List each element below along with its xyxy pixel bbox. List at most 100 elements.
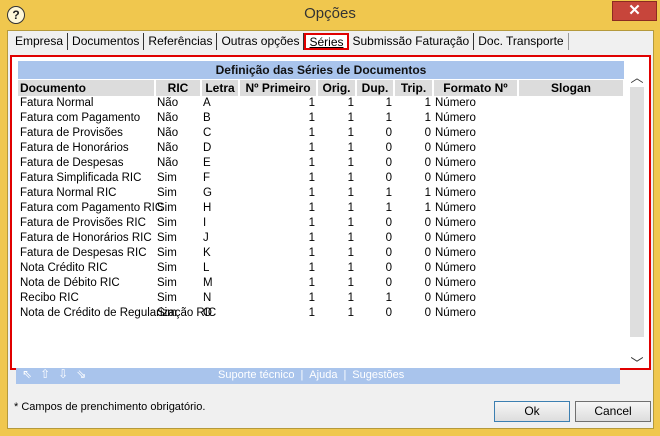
cell-formato[interactable]: Número bbox=[433, 261, 518, 276]
tab-doc-transporte[interactable]: Doc. Transporte bbox=[474, 33, 569, 50]
suggestions-link[interactable]: Sugestões bbox=[352, 369, 404, 381]
cell-dup[interactable]: 0 bbox=[356, 276, 394, 291]
scroll-up-icon[interactable]: ︿ bbox=[628, 67, 646, 85]
cell-formato[interactable]: Número bbox=[433, 246, 518, 261]
cell-trip[interactable]: 0 bbox=[394, 291, 433, 306]
cell-ric[interactable]: Não bbox=[155, 126, 201, 141]
cell-trip[interactable]: 1 bbox=[394, 96, 433, 111]
cell-trip[interactable]: 0 bbox=[394, 171, 433, 186]
cell-slogan[interactable] bbox=[518, 246, 624, 261]
cell-ric[interactable]: Sim bbox=[155, 261, 201, 276]
cell-slogan[interactable] bbox=[518, 276, 624, 291]
move-up-icon[interactable]: ⇧ bbox=[40, 367, 50, 381]
cell-dup[interactable]: 0 bbox=[356, 216, 394, 231]
cell-letra[interactable]: K bbox=[201, 246, 239, 261]
cell-letra[interactable]: E bbox=[201, 156, 239, 171]
cell-n-primeiro[interactable]: 1 bbox=[239, 231, 317, 246]
close-button[interactable]: ✕ bbox=[612, 1, 657, 21]
cell-n-primeiro[interactable]: 1 bbox=[239, 261, 317, 276]
cell-dup[interactable]: 1 bbox=[356, 111, 394, 126]
tab-outras-opcoes[interactable]: Outras opções bbox=[217, 33, 305, 50]
cell-slogan[interactable] bbox=[518, 261, 624, 276]
cell-orig[interactable]: 1 bbox=[317, 96, 356, 111]
cell-n-primeiro[interactable]: 1 bbox=[239, 216, 317, 231]
cell-ric[interactable]: Sim bbox=[155, 201, 201, 216]
cell-documento[interactable]: Fatura Normal RIC bbox=[18, 186, 155, 201]
cell-documento[interactable]: Fatura com Pagamento bbox=[18, 111, 155, 126]
cell-n-primeiro[interactable]: 1 bbox=[239, 141, 317, 156]
cell-n-primeiro[interactable]: 1 bbox=[239, 201, 317, 216]
cell-ric[interactable]: Sim bbox=[155, 186, 201, 201]
cell-letra[interactable]: M bbox=[201, 276, 239, 291]
move-down-icon[interactable]: ⇩ bbox=[58, 367, 68, 381]
cell-slogan[interactable] bbox=[518, 306, 624, 321]
cell-trip[interactable]: 1 bbox=[394, 186, 433, 201]
cell-letra[interactable]: F bbox=[201, 171, 239, 186]
cell-ric[interactable]: Sim bbox=[155, 276, 201, 291]
cell-ric[interactable]: Não bbox=[155, 111, 201, 126]
tab-submissao-faturacao[interactable]: Submissão Faturação bbox=[349, 33, 475, 50]
tab-empresa[interactable]: Empresa bbox=[11, 33, 69, 50]
table-row[interactable]: Nota de Crédito de Regularização RIC Sim O… bbox=[18, 306, 624, 321]
cell-trip[interactable]: 1 bbox=[394, 111, 433, 126]
column-header-n-primeiro[interactable]: Nº Primeiro bbox=[239, 80, 318, 96]
cell-trip[interactable]: 0 bbox=[394, 261, 433, 276]
cell-documento[interactable]: Fatura de Despesas RIC bbox=[18, 246, 155, 261]
cell-slogan[interactable] bbox=[518, 186, 624, 201]
cell-ric[interactable]: Sim bbox=[155, 171, 201, 186]
column-header-dup[interactable]: Dup. bbox=[356, 80, 395, 96]
cell-documento[interactable]: Nota Crédito RIC bbox=[18, 261, 155, 276]
cell-documento[interactable]: Recibo RIC bbox=[18, 291, 155, 306]
cell-dup[interactable]: 0 bbox=[356, 156, 394, 171]
cell-orig[interactable]: 1 bbox=[317, 246, 356, 261]
cell-formato[interactable]: Número bbox=[433, 111, 518, 126]
cell-letra[interactable]: N bbox=[201, 291, 239, 306]
cell-n-primeiro[interactable]: 1 bbox=[239, 111, 317, 126]
column-header-documento[interactable]: Documento bbox=[18, 80, 156, 96]
cell-dup[interactable]: 1 bbox=[356, 186, 394, 201]
cell-letra[interactable]: J bbox=[201, 231, 239, 246]
cell-slogan[interactable] bbox=[518, 156, 624, 171]
cell-ric[interactable]: Não bbox=[155, 141, 201, 156]
scroll-down-icon[interactable]: ﹀ bbox=[628, 353, 646, 371]
cell-ric[interactable]: Sim bbox=[155, 231, 201, 246]
cell-dup[interactable]: 0 bbox=[356, 171, 394, 186]
cell-letra[interactable]: L bbox=[201, 261, 239, 276]
column-header-letra[interactable]: Letra bbox=[201, 80, 240, 96]
cell-dup[interactable]: 1 bbox=[356, 96, 394, 111]
cell-formato[interactable]: Número bbox=[433, 306, 518, 321]
cell-orig[interactable]: 1 bbox=[317, 186, 356, 201]
cell-documento[interactable]: Fatura de Provisões bbox=[18, 126, 155, 141]
help-link[interactable]: Ajuda bbox=[309, 369, 337, 381]
cell-letra[interactable]: O bbox=[201, 306, 239, 321]
cell-formato[interactable]: Número bbox=[433, 291, 518, 306]
table-row[interactable]: Fatura com Pagamento Não B 1 1 1 1 Número bbox=[18, 111, 624, 126]
table-row[interactable]: Nota de Débito RIC Sim M 1 1 0 0 Número bbox=[18, 276, 624, 291]
cell-slogan[interactable] bbox=[518, 171, 624, 186]
cell-dup[interactable]: 1 bbox=[356, 291, 394, 306]
table-row[interactable]: Fatura de Honorários Não D 1 1 0 0 Número bbox=[18, 141, 624, 156]
column-header-orig[interactable]: Orig. bbox=[317, 80, 357, 96]
cell-slogan[interactable] bbox=[518, 96, 624, 111]
cell-letra[interactable]: G bbox=[201, 186, 239, 201]
cell-trip[interactable]: 0 bbox=[394, 156, 433, 171]
cell-n-primeiro[interactable]: 1 bbox=[239, 276, 317, 291]
table-row[interactable]: Fatura de Despesas Não E 1 1 0 0 Número bbox=[18, 156, 624, 171]
cell-documento[interactable]: Fatura de Honorários bbox=[18, 141, 155, 156]
cell-trip[interactable]: 0 bbox=[394, 246, 433, 261]
cell-slogan[interactable] bbox=[518, 216, 624, 231]
cell-n-primeiro[interactable]: 1 bbox=[239, 306, 317, 321]
cell-trip[interactable]: 0 bbox=[394, 141, 433, 156]
move-bottom-icon[interactable]: ⇘ bbox=[76, 367, 86, 381]
cell-slogan[interactable] bbox=[518, 231, 624, 246]
cell-n-primeiro[interactable]: 1 bbox=[239, 171, 317, 186]
cell-orig[interactable]: 1 bbox=[317, 111, 356, 126]
cell-slogan[interactable] bbox=[518, 126, 624, 141]
cell-slogan[interactable] bbox=[518, 291, 624, 306]
cell-orig[interactable]: 1 bbox=[317, 171, 356, 186]
cell-formato[interactable]: Número bbox=[433, 216, 518, 231]
cell-formato[interactable]: Número bbox=[433, 126, 518, 141]
cell-documento[interactable]: Nota de Crédito de Regularização RIC bbox=[18, 306, 216, 321]
cell-ric[interactable]: Não bbox=[155, 156, 201, 171]
table-row[interactable]: Fatura Normal RIC Sim G 1 1 1 1 Número bbox=[18, 186, 624, 201]
